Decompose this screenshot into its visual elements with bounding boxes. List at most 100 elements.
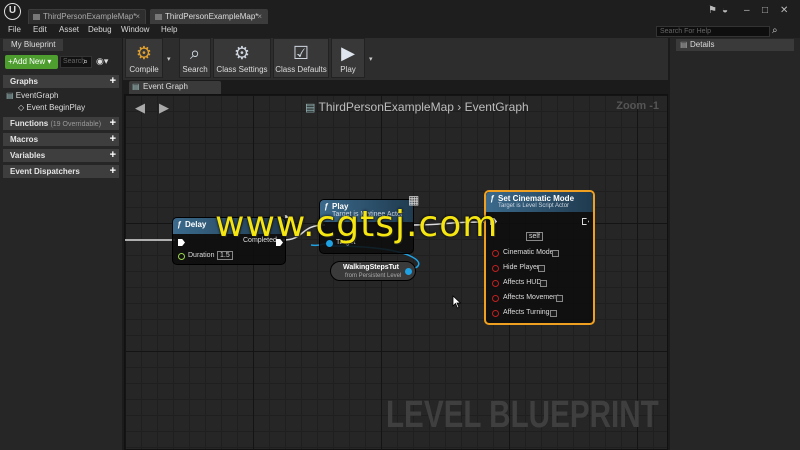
add-graph-icon[interactable]: + — [110, 75, 116, 87]
add-macro-icon[interactable]: + — [110, 133, 116, 145]
help-search-input[interactable]: Search For Help — [656, 26, 770, 37]
node-cinematic-subtitle: Target is Level Script Actor — [498, 203, 570, 209]
search-icon[interactable]: ⌕ — [772, 25, 778, 36]
document-tab-active[interactable]: ThirdPersonExampleMap* × — [150, 9, 268, 24]
node-walking-title: WalkingStepsTut — [343, 264, 399, 271]
class-settings-label: Class Settings — [216, 65, 268, 74]
binoculars-icon: ⌕ — [189, 43, 201, 63]
wifi-icon[interactable]: ◒ — [722, 5, 728, 16]
maximize-icon[interactable]: □ — [762, 5, 768, 16]
close-tab-icon[interactable]: × — [135, 12, 140, 21]
class-defaults-button[interactable]: ☑ Class Defaults — [273, 38, 329, 78]
affects-movement-checkbox[interactable] — [556, 295, 563, 302]
section-functions[interactable]: Functions (19 Overridable) + — [3, 117, 119, 130]
object-out-pin[interactable] — [405, 268, 412, 275]
my-blueprint-tab-label: My Blueprint — [11, 40, 56, 49]
node-cinematic-header[interactable]: ƒ Set Cinematic Mode Target is Level Scr… — [486, 192, 593, 212]
add-variable-icon[interactable]: + — [110, 149, 116, 161]
eye-visibility-icon[interactable]: ◉▾ — [96, 56, 108, 67]
compile-button[interactable]: ⚙ Compile — [125, 38, 163, 78]
details-icon: ▤ — [680, 40, 688, 49]
tree-item-label: Event BeginPlay — [26, 103, 86, 112]
section-macros[interactable]: Macros + — [3, 133, 119, 146]
tree-item-eventgraph[interactable]: ▤ EventGraph — [6, 91, 59, 100]
hide-player-pin-label: Hide Player — [503, 264, 540, 271]
duration-value-field[interactable]: 1.5 — [217, 251, 233, 260]
play-label: Play — [340, 65, 356, 74]
bool-pin[interactable] — [492, 250, 499, 257]
details-tab[interactable]: ▤ Details — [676, 39, 794, 51]
menu-help[interactable]: Help — [161, 25, 177, 34]
compile-label: Compile — [129, 65, 159, 74]
class-defaults-label: Class Defaults — [275, 65, 327, 74]
section-macros-label: Macros — [10, 135, 39, 144]
function-icon: ƒ — [490, 194, 495, 203]
event-icon: ◇ — [18, 103, 25, 112]
bool-pin[interactable] — [492, 295, 499, 302]
float-pin[interactable] — [178, 253, 185, 260]
section-graphs-label: Graphs — [10, 77, 39, 86]
cinematic-mode-pin-label: Cinematic Mode — [503, 249, 554, 256]
notification-icon[interactable]: ⚑ — [708, 5, 717, 16]
section-variables-label: Variables — [10, 151, 46, 160]
close-window-icon[interactable]: ✕ — [780, 5, 788, 16]
document-tab-label: ThirdPersonExampleMap* — [165, 12, 259, 21]
node-delay-title: Delay — [185, 220, 207, 229]
hide-player-checkbox[interactable] — [538, 265, 545, 272]
section-variables[interactable]: Variables + — [3, 149, 119, 162]
class-settings-button[interactable]: ⚙ Class Settings — [213, 38, 271, 78]
menu-file[interactable]: File — [8, 25, 21, 34]
compile-options-chevron-icon[interactable]: ▾ — [167, 55, 171, 63]
node-walking-subtitle: from Persistent Level — [345, 273, 402, 279]
affects-turning-pin-label: Affects Turning — [503, 309, 550, 316]
affects-hud-checkbox[interactable] — [540, 280, 547, 287]
minimize-icon[interactable]: – — [744, 5, 750, 16]
exec-in-pin[interactable] — [178, 239, 185, 246]
tab-event-graph-label: Event Graph — [143, 82, 188, 91]
play-icon: ▶ — [341, 43, 355, 63]
affects-turning-checkbox[interactable] — [550, 310, 557, 317]
add-dispatcher-icon[interactable]: + — [110, 165, 116, 177]
affects-hud-pin-label: Affects HUD — [503, 279, 542, 286]
search-label: Search — [182, 65, 208, 74]
document-tab[interactable]: ThirdPersonExampleMap* × — [28, 9, 146, 24]
search-icon[interactable]: ⌕ — [83, 56, 88, 67]
defaults-checklist-icon: ☑ — [292, 43, 310, 63]
search-button[interactable]: ⌕ Search — [179, 38, 211, 78]
exec-out-pin[interactable] — [582, 218, 589, 225]
settings-gear-icon: ⚙ — [233, 43, 251, 63]
details-panel — [670, 38, 800, 450]
node-set-cinematic-mode[interactable]: ƒ Set Cinematic Mode Target is Level Scr… — [484, 190, 595, 325]
menu-debug[interactable]: Debug — [88, 25, 112, 34]
play-options-chevron-icon[interactable]: ▾ — [369, 55, 373, 63]
menu-window[interactable]: Window — [121, 25, 149, 34]
affects-movement-pin-label: Affects Movement — [503, 294, 559, 301]
map-icon — [155, 14, 162, 20]
unreal-logo-icon: U — [4, 3, 21, 20]
title-bar: U ThirdPersonExampleMap* × ThirdPersonEx… — [0, 0, 800, 24]
compile-gear-icon: ⚙ — [135, 43, 153, 63]
add-new-button[interactable]: +Add New ▾ — [5, 55, 58, 69]
menu-edit[interactable]: Edit — [33, 25, 47, 34]
bool-pin[interactable] — [492, 310, 499, 317]
section-graphs[interactable]: Graphs + — [3, 75, 119, 88]
graph-icon: ▤ — [6, 91, 14, 100]
mouse-cursor-icon — [452, 295, 462, 309]
bool-pin[interactable] — [492, 265, 499, 272]
tab-event-graph[interactable]: ▤ Event Graph — [129, 81, 221, 94]
cinematic-mode-checkbox[interactable] — [552, 250, 559, 257]
tree-item-label: EventGraph — [15, 91, 59, 100]
blueprint-graph-canvas[interactable]: ◀ ▶ ▤ ThirdPersonExampleMap › EventGraph… — [124, 94, 668, 450]
node-cinematic-title: Set Cinematic Mode — [498, 194, 575, 203]
tree-item-event-beginplay[interactable]: ◇ Event BeginPlay — [18, 103, 85, 112]
target-self-field[interactable]: self — [526, 232, 543, 241]
section-event-dispatchers[interactable]: Event Dispatchers + — [3, 165, 119, 178]
play-button[interactable]: ▶ Play — [331, 38, 365, 78]
details-tab-label: Details — [690, 40, 715, 49]
my-blueprint-tab[interactable]: My Blueprint — [3, 39, 63, 51]
close-tab-icon[interactable]: × — [257, 12, 262, 21]
bool-pin[interactable] — [492, 280, 499, 287]
add-function-icon[interactable]: + — [110, 117, 116, 129]
node-walkingstepstut[interactable]: WalkingStepsTut from Persistent Level — [330, 261, 416, 281]
menu-asset[interactable]: Asset — [59, 25, 79, 34]
